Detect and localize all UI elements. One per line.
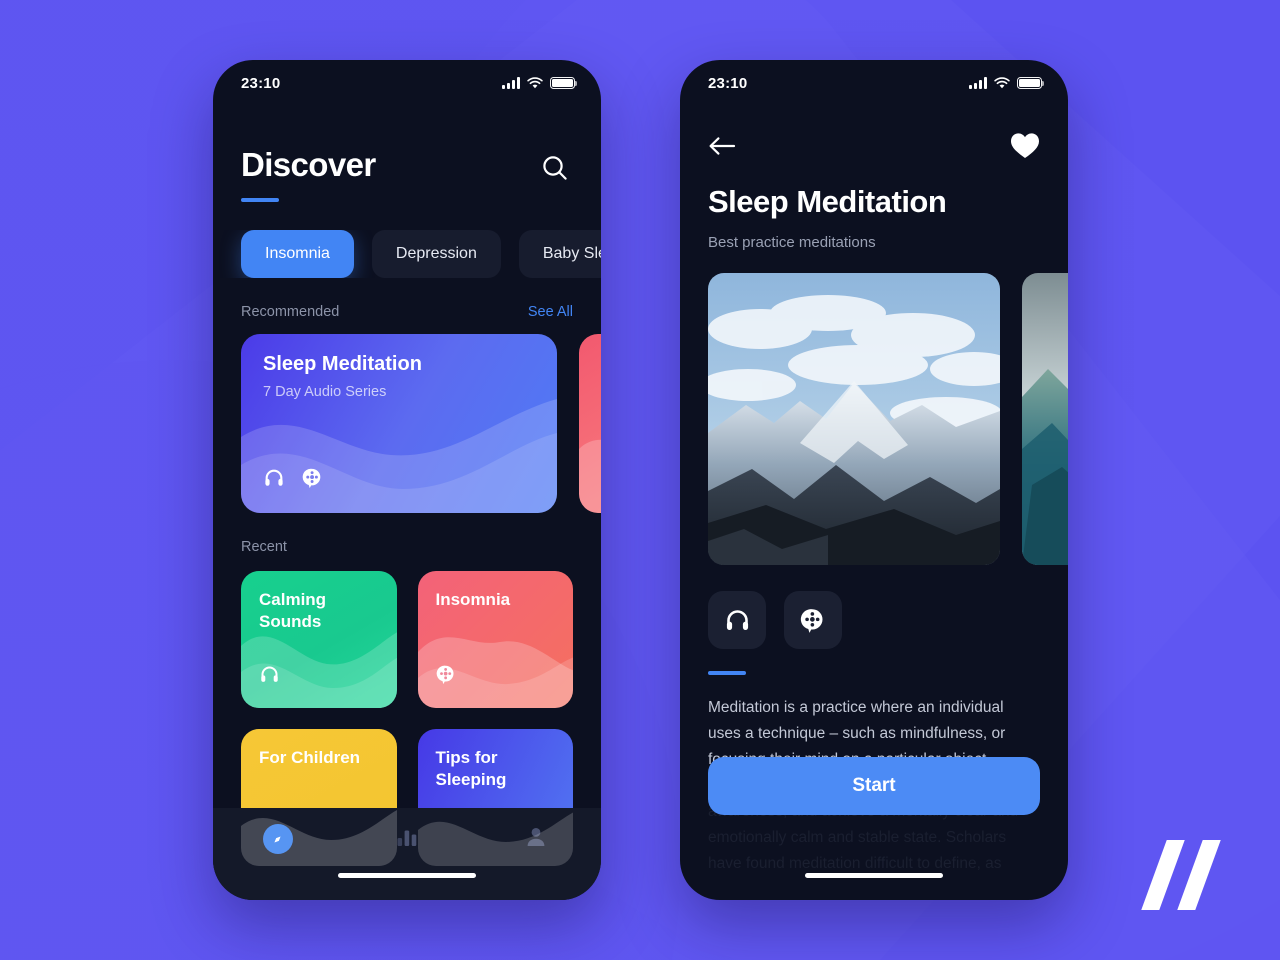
recommended-card-next[interactable] [579,334,601,513]
status-time: 23:10 [708,74,748,92]
status-time: 23:10 [241,74,281,92]
page-title: Discover [241,146,376,183]
logo-slash-2 [1177,840,1221,910]
media-action-buttons[interactable] [680,591,1068,649]
tile-insomnia[interactable]: Insomnia [417,571,573,708]
phone-discover-screen: 23:10 Discover Insomnia Depression Baby … [213,60,601,900]
film-reel-icon [436,664,457,690]
tile-title: Insomnia [435,590,511,609]
detail-subtitle: Best practice meditations [708,234,876,251]
cellular-signal-icon [969,77,987,90]
home-indicator [338,873,476,878]
tile-title: For Children [259,748,361,767]
recommended-section-header: Recommended See All [213,304,601,320]
tile-tips-for-sleeping[interactable]: Tips for Sleeping [417,729,573,866]
heart-filled-icon[interactable] [1010,132,1040,164]
snow-mountain-photo[interactable] [708,273,1000,565]
card-wave-decoration [241,399,557,513]
battery-full-icon [1017,76,1045,90]
tile-calming-sounds[interactable]: Calming Sounds [241,571,397,708]
card-wave-decoration [579,439,601,513]
arrow-left-icon[interactable] [708,135,736,162]
discover-header: Discover [213,106,601,202]
page-background [0,0,1280,960]
status-bar: 23:10 [213,60,601,106]
home-indicator [805,873,943,878]
headphones-icon [265,469,283,486]
tile-title: Calming Sounds [259,590,327,632]
recommended-card-title: Sleep Meditation [263,353,422,375]
tile-wave-decoration [241,810,397,866]
title-accent-underline [241,198,279,202]
start-button[interactable]: Start [708,757,1040,815]
recommended-card-sleep-meditation[interactable]: Sleep Meditation 7 Day Audio Series [241,334,557,513]
tile-for-children[interactable]: For Children [241,729,397,866]
recent-label: Recent [241,539,287,555]
wifi-icon [994,77,1010,89]
double-slash-logo [1141,840,1236,910]
cellular-signal-icon [502,77,520,90]
recommended-card-icons [263,467,324,489]
logo-slash-1 [1141,840,1185,910]
phone-detail-screen: 23:10 Sleep Meditation Best practice med… [680,60,1068,900]
teal-mountain-photo[interactable] [1022,273,1068,565]
battery-full-icon [550,76,578,90]
search-icon[interactable] [539,152,573,186]
recommended-carousel[interactable]: Sleep Meditation 7 Day Audio Series [213,334,601,513]
tile-wave-decoration [417,637,573,708]
tile-title: Tips for Sleeping [435,748,507,790]
detail-top-bar [680,106,1068,164]
recommended-label: Recommended [241,304,340,320]
recommended-card-subtitle: 7 Day Audio Series [263,384,387,400]
headphones-icon [259,664,280,690]
chip-insomnia[interactable]: Insomnia [241,230,354,278]
audio-action-button[interactable] [708,591,766,649]
detail-title: Sleep Meditation [708,184,947,219]
status-bar: 23:10 [680,60,1068,106]
recent-section-header: Recent [213,539,601,555]
wifi-icon [527,77,543,89]
film-reel-icon [800,608,822,633]
see-all-link[interactable]: See All [528,304,573,320]
status-icons [502,76,578,90]
category-chip-list[interactable]: Insomnia Depression Baby Sleep [213,230,601,278]
photo-gallery[interactable] [680,273,1068,565]
status-icons [969,76,1045,90]
chip-baby-sleep[interactable]: Baby Sleep [518,230,601,278]
video-action-button[interactable] [784,591,842,649]
film-reel-icon [302,468,321,489]
detail-accent-underline [708,671,746,675]
tile-wave-decoration [417,812,573,866]
headphones-icon [726,609,748,630]
chip-depression[interactable]: Depression [371,230,501,278]
bar-chart-icon [397,830,417,846]
